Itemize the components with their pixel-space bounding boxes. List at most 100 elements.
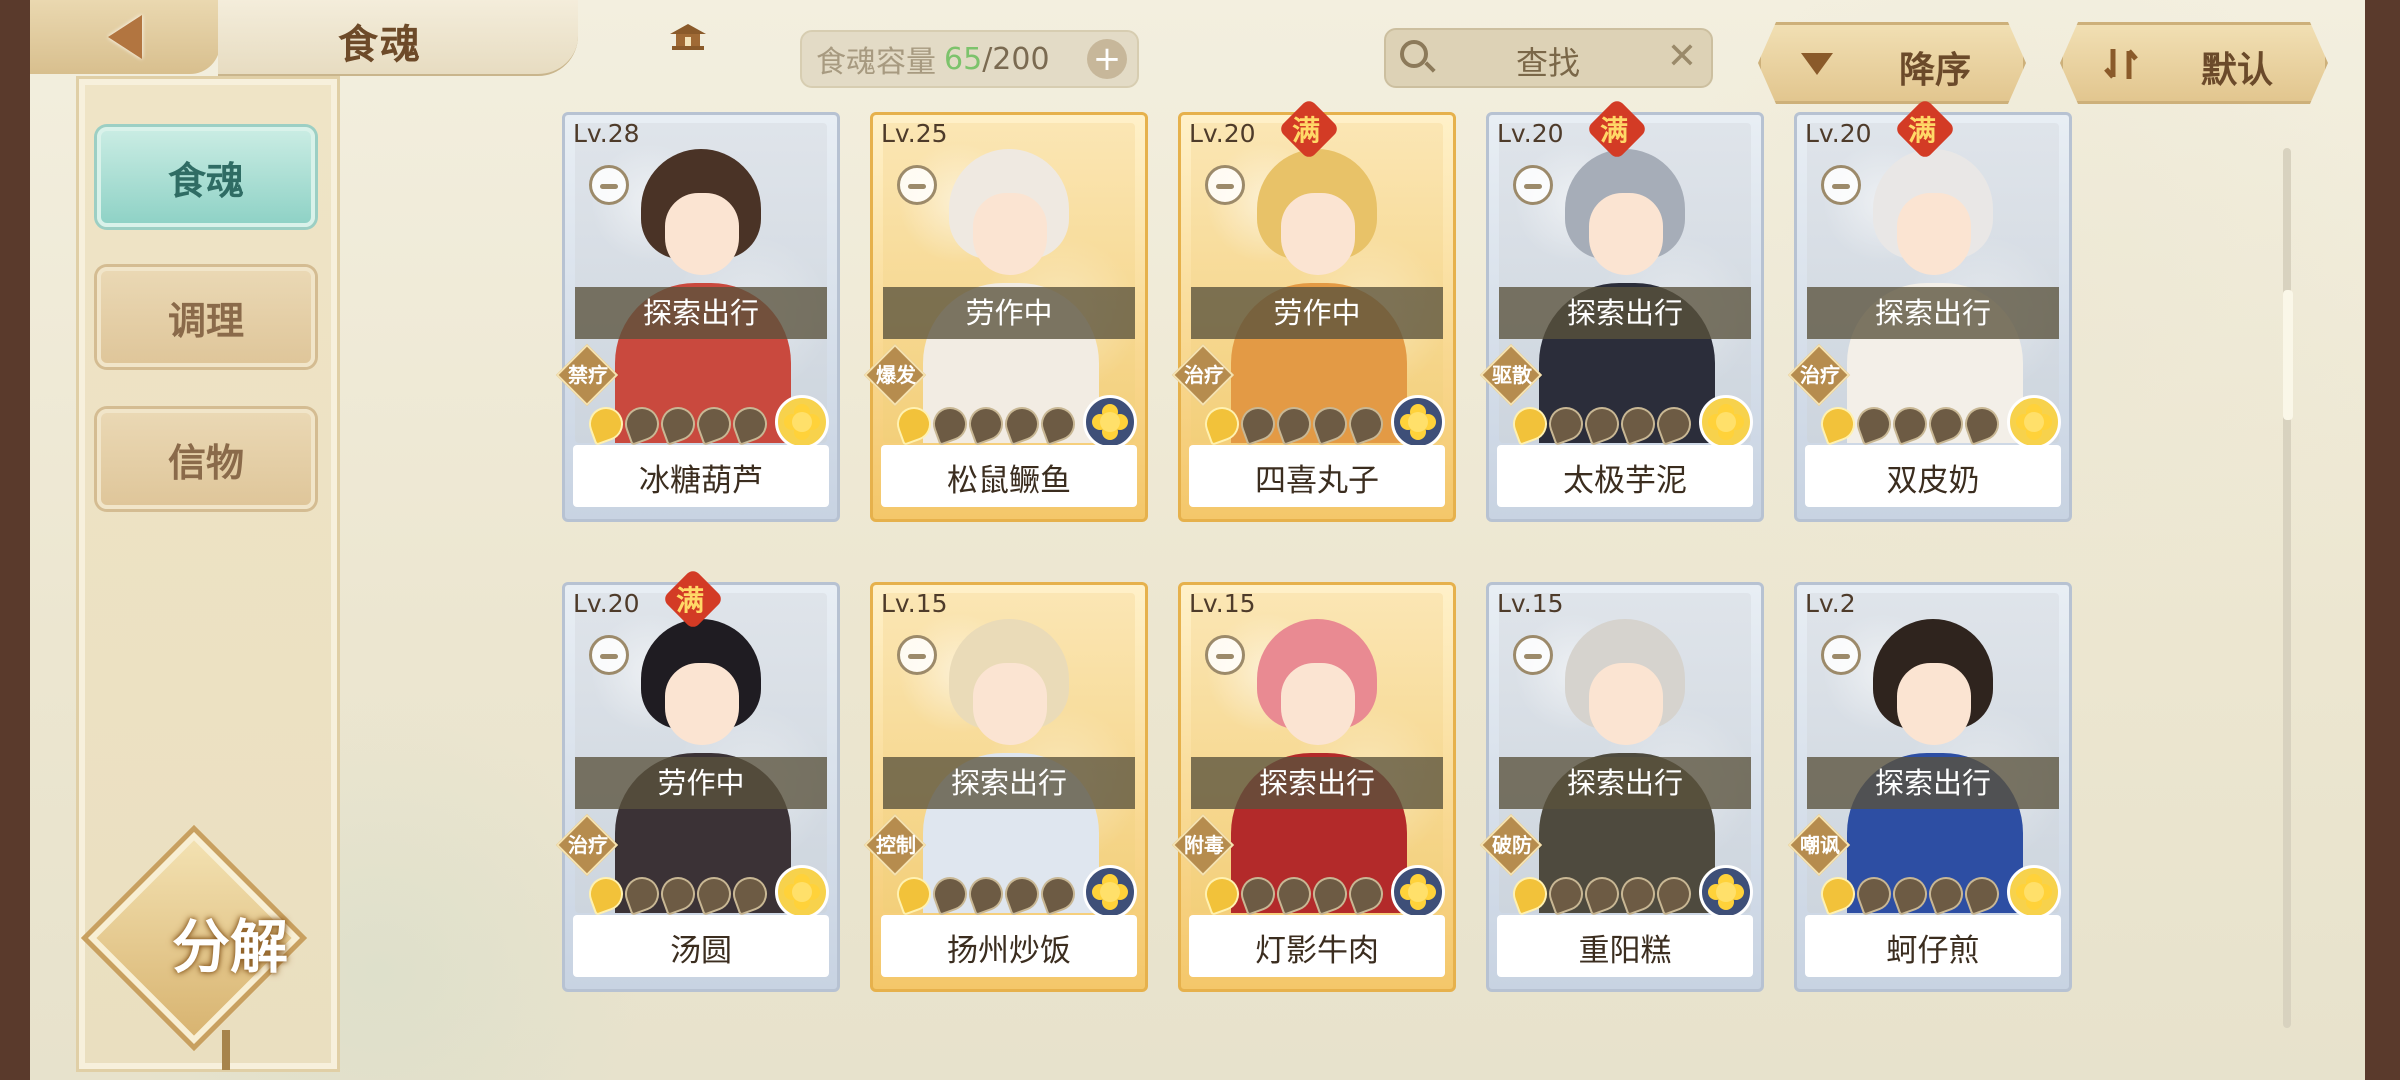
rank-star-icon — [1344, 402, 1388, 446]
flower-emblem-icon — [775, 865, 829, 919]
flower-petal — [2024, 882, 2044, 902]
rank-stars — [1200, 402, 1388, 446]
rank-star-icon — [1544, 872, 1588, 916]
rank-star-icon — [1508, 872, 1552, 916]
rank-star-icon — [1652, 402, 1696, 446]
role-label: 控制 — [876, 833, 916, 857]
rank-star-icon — [1200, 402, 1244, 446]
flower-emblem-icon — [1391, 395, 1445, 449]
status-label: 探索出行 — [1191, 757, 1443, 809]
rank-star-icon — [1580, 402, 1624, 446]
level-label: Lv.25 — [881, 119, 948, 148]
status-label: 探索出行 — [1499, 287, 1751, 339]
character-face — [1281, 663, 1355, 745]
rank-star-icon — [692, 402, 736, 446]
role-label: 治疗 — [1800, 363, 1840, 387]
rank-star-icon — [1580, 872, 1624, 916]
food-soul-card[interactable]: Lv.28 探索出行 禁疗 冰糖葫芦 — [555, 112, 840, 522]
flower-emblem-icon — [1083, 865, 1137, 919]
rank-star-icon — [620, 402, 664, 446]
bowl-icon — [1513, 635, 1553, 675]
role-label: 治疗 — [568, 833, 608, 857]
flower-emblem-icon — [2007, 395, 2061, 449]
rank-star-icon — [728, 872, 772, 916]
character-face — [973, 663, 1047, 745]
flower-petal — [1716, 412, 1736, 432]
role-label: 禁疗 — [568, 363, 608, 387]
food-soul-card[interactable]: Lv.20 满 探索出行 治疗 双皮奶 — [1787, 97, 2072, 522]
status-label: 劳作中 — [1191, 287, 1443, 339]
bowl-icon — [589, 165, 629, 205]
rank-star-icon — [1200, 872, 1244, 916]
rank-star-icon — [1308, 872, 1352, 916]
food-soul-card[interactable]: Lv.20 满 劳作中 治疗 四喜丸子 — [1171, 97, 1456, 522]
food-soul-card[interactable]: Lv.20 满 劳作中 治疗 汤圆 — [555, 567, 840, 992]
flower-petal — [1100, 412, 1120, 432]
status-label: 探索出行 — [1807, 287, 2059, 339]
status-label: 探索出行 — [1499, 757, 1751, 809]
food-soul-name: 太极芋泥 — [1563, 463, 1687, 499]
rank-star-icon — [928, 402, 972, 446]
food-soul-card[interactable]: Lv.15 探索出行 控制 扬州炒饭 — [863, 582, 1148, 992]
scrollbar[interactable] — [2283, 148, 2291, 1028]
status-label: 探索出行 — [883, 757, 1135, 809]
character-face — [1897, 193, 1971, 275]
flower-petal — [1408, 412, 1428, 432]
bowl-icon — [1205, 165, 1245, 205]
food-soul-card[interactable]: Lv.2 探索出行 嘲讽 蚵仔煎 — [1787, 582, 2072, 992]
level-label: Lv.28 — [573, 119, 640, 148]
flower-petal — [1716, 882, 1736, 902]
bowl-icon — [897, 635, 937, 675]
rank-star-icon — [928, 872, 972, 916]
bowl-icon — [1513, 165, 1553, 205]
role-badge: 治疗 — [1171, 343, 1235, 407]
level-label: Lv.15 — [1189, 589, 1256, 618]
flower-emblem-icon — [1083, 395, 1137, 449]
bowl-icon — [897, 165, 937, 205]
flower-emblem-icon — [1391, 865, 1445, 919]
character-face — [973, 193, 1047, 275]
max-level-label: 满 — [676, 584, 705, 618]
card-grid: Lv.28 探索出行 禁疗 冰糖葫芦 Lv.25 劳作中 爆发 松鼠鳜鱼 Lv.… — [30, 0, 2365, 1080]
character-face — [1897, 663, 1971, 745]
food-soul-card[interactable]: Lv.15 探索出行 附毒 灯影牛肉 — [1171, 582, 1456, 992]
flower-emblem-icon — [2007, 865, 2061, 919]
rank-star-icon — [1272, 402, 1316, 446]
rank-star-icon — [1000, 402, 1044, 446]
role-label: 爆发 — [876, 363, 916, 387]
max-level-label: 满 — [1908, 114, 1937, 148]
food-soul-card[interactable]: Lv.15 探索出行 破防 重阳糕 — [1479, 582, 1764, 992]
rank-star-icon — [1652, 872, 1696, 916]
rank-stars — [1816, 872, 2004, 916]
food-soul-card[interactable]: Lv.20 满 探索出行 驱散 太极芋泥 — [1479, 97, 1764, 522]
role-badge: 控制 — [863, 813, 927, 877]
rank-star-icon — [1616, 872, 1660, 916]
food-soul-name: 灯影牛肉 — [1255, 933, 1379, 969]
role-badge: 治疗 — [1787, 343, 1851, 407]
role-badge: 治疗 — [555, 813, 619, 877]
character-face — [665, 663, 739, 745]
rank-star-icon — [892, 872, 936, 916]
level-label: Lv.20 — [1805, 119, 1872, 148]
food-soul-card[interactable]: Lv.25 劳作中 爆发 松鼠鳜鱼 — [863, 112, 1148, 522]
status-label: 探索出行 — [575, 287, 827, 339]
rank-star-icon — [656, 872, 700, 916]
role-label: 破防 — [1492, 833, 1532, 857]
scrollbar-thumb[interactable] — [2283, 290, 2293, 420]
character-face — [1589, 663, 1663, 745]
level-label: Lv.20 — [573, 589, 640, 618]
rank-star-icon — [1960, 872, 2004, 916]
character-face — [1589, 193, 1663, 275]
character-face — [665, 193, 739, 275]
rank-stars — [892, 402, 1080, 446]
flower-petal — [2024, 412, 2044, 432]
role-badge: 附毒 — [1171, 813, 1235, 877]
rank-stars — [584, 402, 772, 446]
role-label: 附毒 — [1184, 833, 1224, 857]
level-label: Lv.20 — [1189, 119, 1256, 148]
rank-star-icon — [584, 872, 628, 916]
role-badge: 禁疗 — [555, 343, 619, 407]
food-soul-name: 双皮奶 — [1886, 463, 1980, 499]
status-label: 探索出行 — [1807, 757, 2059, 809]
rank-stars — [1508, 402, 1696, 446]
